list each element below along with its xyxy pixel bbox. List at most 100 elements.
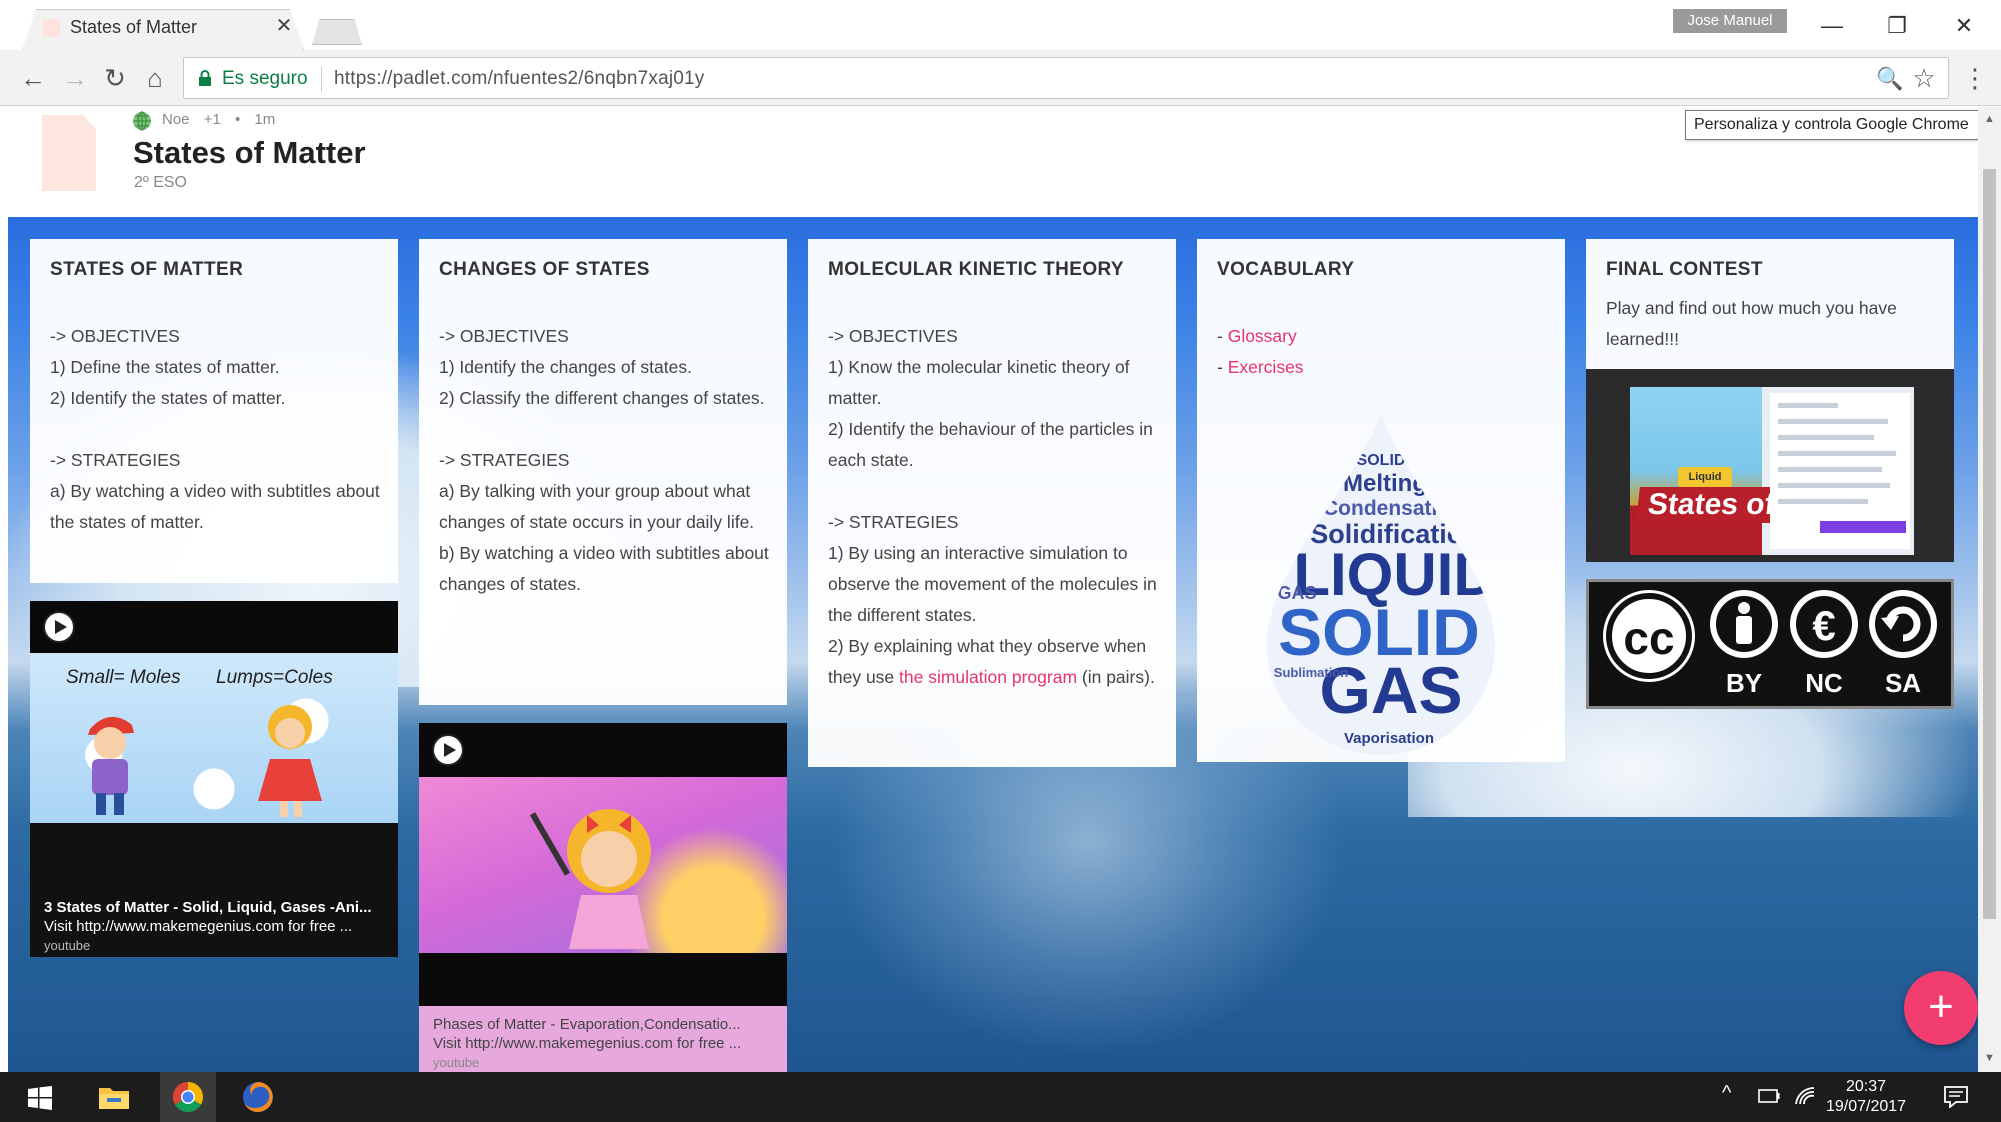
cc-sa-label: SA (1885, 668, 1921, 698)
secure-label[interactable]: Es seguro (222, 68, 308, 90)
close-window-button[interactable]: ✕ (1940, 8, 1988, 44)
game-preview: Liquid States of (1630, 387, 1914, 555)
video-description: Visit http://www.makemegenius.com for fr… (433, 1035, 742, 1052)
game-tag: Liquid (1678, 467, 1732, 487)
chrome-menu-icon[interactable]: ⋮ (1962, 62, 1988, 94)
add-post-button[interactable]: + (1904, 971, 1978, 1045)
wifi-icon[interactable] (1794, 1086, 1816, 1106)
minimize-button[interactable]: — (1808, 8, 1856, 44)
thumbnail-caption-left: Small= Moles (66, 667, 181, 688)
forward-button[interactable]: → (58, 62, 92, 94)
play-icon[interactable] (42, 610, 76, 644)
post-card[interactable]: FINAL CONTEST Play and find out how much… (1586, 239, 1954, 369)
wordcloud-word: Vaporisation (1344, 730, 1434, 747)
padlet-header: Noe +1 • 1m States of Matter 2º ESO (8, 107, 1978, 217)
cartoon-girl-wand-icon (529, 809, 651, 949)
notifications-icon[interactable] (1944, 1086, 1968, 1108)
file-explorer-icon[interactable] (98, 1084, 130, 1110)
thumbnail-caption-right: Lumps=Coles (216, 667, 333, 688)
post-title: CHANGES OF STATES (439, 259, 650, 280)
creative-commons-badge[interactable]: cc € BY NC SA (1586, 579, 1954, 709)
column-final-contest: FINAL CONTEST Play and find out how much… (1586, 239, 1954, 719)
padlet-wall: STATES OF MATTER -> OBJECTIVES 1) Define… (8, 217, 1978, 1072)
bookmark-star-icon[interactable]: ☆ (1910, 64, 1938, 92)
post-line: -> STRATEGIES (50, 450, 181, 470)
glossary-link[interactable]: Glossary (1228, 326, 1297, 346)
exercises-link[interactable]: Exercises (1228, 357, 1304, 377)
video-caption[interactable]: 3 States of Matter - Solid, Liquid, Gase… (30, 823, 398, 957)
post-body: -> OBJECTIVES 1) Define the states of ma… (50, 321, 380, 538)
address-bar[interactable]: Es seguro https://padlet.com/nfuentes2/6… (183, 57, 1949, 99)
post-line: - Exercises (1217, 352, 1547, 383)
firefox-icon[interactable] (242, 1081, 274, 1113)
video-top-band (30, 601, 398, 653)
windows-start-icon[interactable] (28, 1086, 52, 1110)
video-source: youtube (44, 938, 91, 953)
column-changes-of-states: CHANGES OF STATES -> OBJECTIVES 1) Ident… (419, 239, 787, 1072)
post-card[interactable]: CHANGES OF STATES -> OBJECTIVES 1) Ident… (419, 239, 787, 705)
post-line: -> OBJECTIVES (828, 326, 958, 346)
game-question-panel (1770, 393, 1910, 549)
panel-line (1778, 483, 1890, 488)
video-description: Visit http://www.makemegenius.com for fr… (44, 918, 353, 935)
author-name[interactable]: Noe (162, 111, 190, 128)
panel-line (1778, 435, 1874, 440)
reload-button[interactable]: ↻ (98, 62, 132, 94)
tab-close-icon[interactable]: ✕ (272, 14, 296, 38)
windows-taskbar: ^ 20:37 19/07/2017 (0, 1072, 2001, 1122)
video-thumbnail[interactable]: Small= Moles Lumps=Coles (30, 653, 398, 823)
post-line: 1) Identify the changes of states. (439, 357, 692, 377)
restore-button[interactable]: ❐ (1873, 8, 1921, 44)
post-line: 2) Identify the states of matter. (50, 388, 286, 408)
post-line: -> OBJECTIVES (439, 326, 569, 346)
new-tab-button[interactable] (312, 19, 362, 45)
post-line: 2) By explaining what they observe when … (828, 631, 1158, 693)
post-line: 1) By using an interactive simulation to… (828, 543, 1157, 625)
svg-text:€: € (1812, 602, 1835, 649)
scroll-down-icon[interactable]: ▼ (1978, 1052, 2001, 1068)
column-vocabulary[interactable]: VOCABULARY - Glossary - Exercises SOLID … (1197, 239, 1565, 762)
play-button-preview (1820, 521, 1906, 533)
page-scrollbar[interactable]: ▲ ▼ (1978, 107, 2001, 1072)
video-title: 3 States of Matter - Solid, Liquid, Gase… (44, 899, 372, 916)
post-line (50, 414, 380, 445)
battery-icon[interactable] (1758, 1088, 1780, 1104)
video-source: youtube (433, 1055, 480, 1070)
simulation-program-link[interactable]: the simulation program (899, 667, 1077, 687)
post-title: MOLECULAR KINETIC THEORY (828, 259, 1125, 280)
post-line: a) By watching a video with subtitles ab… (50, 481, 380, 532)
video-thumbnail[interactable] (419, 777, 787, 953)
taskbar-clock[interactable]: 20:37 19/07/2017 (1826, 1077, 1906, 1117)
home-button[interactable]: ⌂ (138, 62, 172, 94)
back-button[interactable]: ← (16, 62, 50, 94)
wordcloud-word: GAS (1277, 583, 1316, 603)
video-bottom-band (419, 953, 787, 1006)
post-line: -> STRATEGIES (828, 512, 959, 532)
scroll-thumb[interactable] (1983, 169, 1996, 919)
video-card[interactable]: Phases of Matter - Evaporation,Condensat… (419, 723, 787, 1072)
video-card[interactable]: Small= Moles Lumps=Coles 3 States of Mat… (30, 601, 398, 957)
cartoon-girl-icon (258, 705, 322, 817)
url-text[interactable]: https://padlet.com/nfuentes2/6nqbn7xaj01… (334, 68, 705, 90)
post-body: -> OBJECTIVES 1) Identify the changes of… (439, 321, 769, 600)
profile-badge[interactable]: Jose Manuel (1673, 9, 1787, 33)
zoom-icon[interactable]: 🔍 (1876, 66, 1903, 92)
panel-line (1778, 467, 1882, 472)
game-screenshot[interactable]: Liquid States of (1586, 369, 1954, 562)
column-molecular-kinetic-theory[interactable]: MOLECULAR KINETIC THEORY -> OBJECTIVES 1… (808, 239, 1176, 767)
video-caption[interactable]: Phases of Matter - Evaporation,Condensat… (419, 1006, 787, 1072)
tray-chevron-icon[interactable]: ^ (1722, 1082, 1731, 1105)
panel-line (1778, 403, 1838, 408)
dash: - (1217, 326, 1228, 346)
post-card[interactable]: STATES OF MATTER -> OBJECTIVES 1) Define… (30, 239, 398, 583)
post-line (828, 476, 1158, 507)
chrome-taskbar-button[interactable] (160, 1072, 216, 1122)
meta-separator: • (234, 111, 241, 128)
cc-nc-label: NC (1805, 668, 1843, 698)
line-suffix: (in pairs). (1077, 667, 1155, 687)
play-icon[interactable] (431, 733, 465, 767)
scroll-up-icon[interactable]: ▲ (1978, 113, 2001, 129)
browser-tab-strip: States of Matter ✕ Jose Manuel — ❐ ✕ (0, 0, 2001, 50)
wordcloud-drop-image[interactable]: SOLID Melting Condensation Solidificatio… (1257, 409, 1505, 759)
author-line: Noe +1 • 1m (162, 111, 285, 128)
